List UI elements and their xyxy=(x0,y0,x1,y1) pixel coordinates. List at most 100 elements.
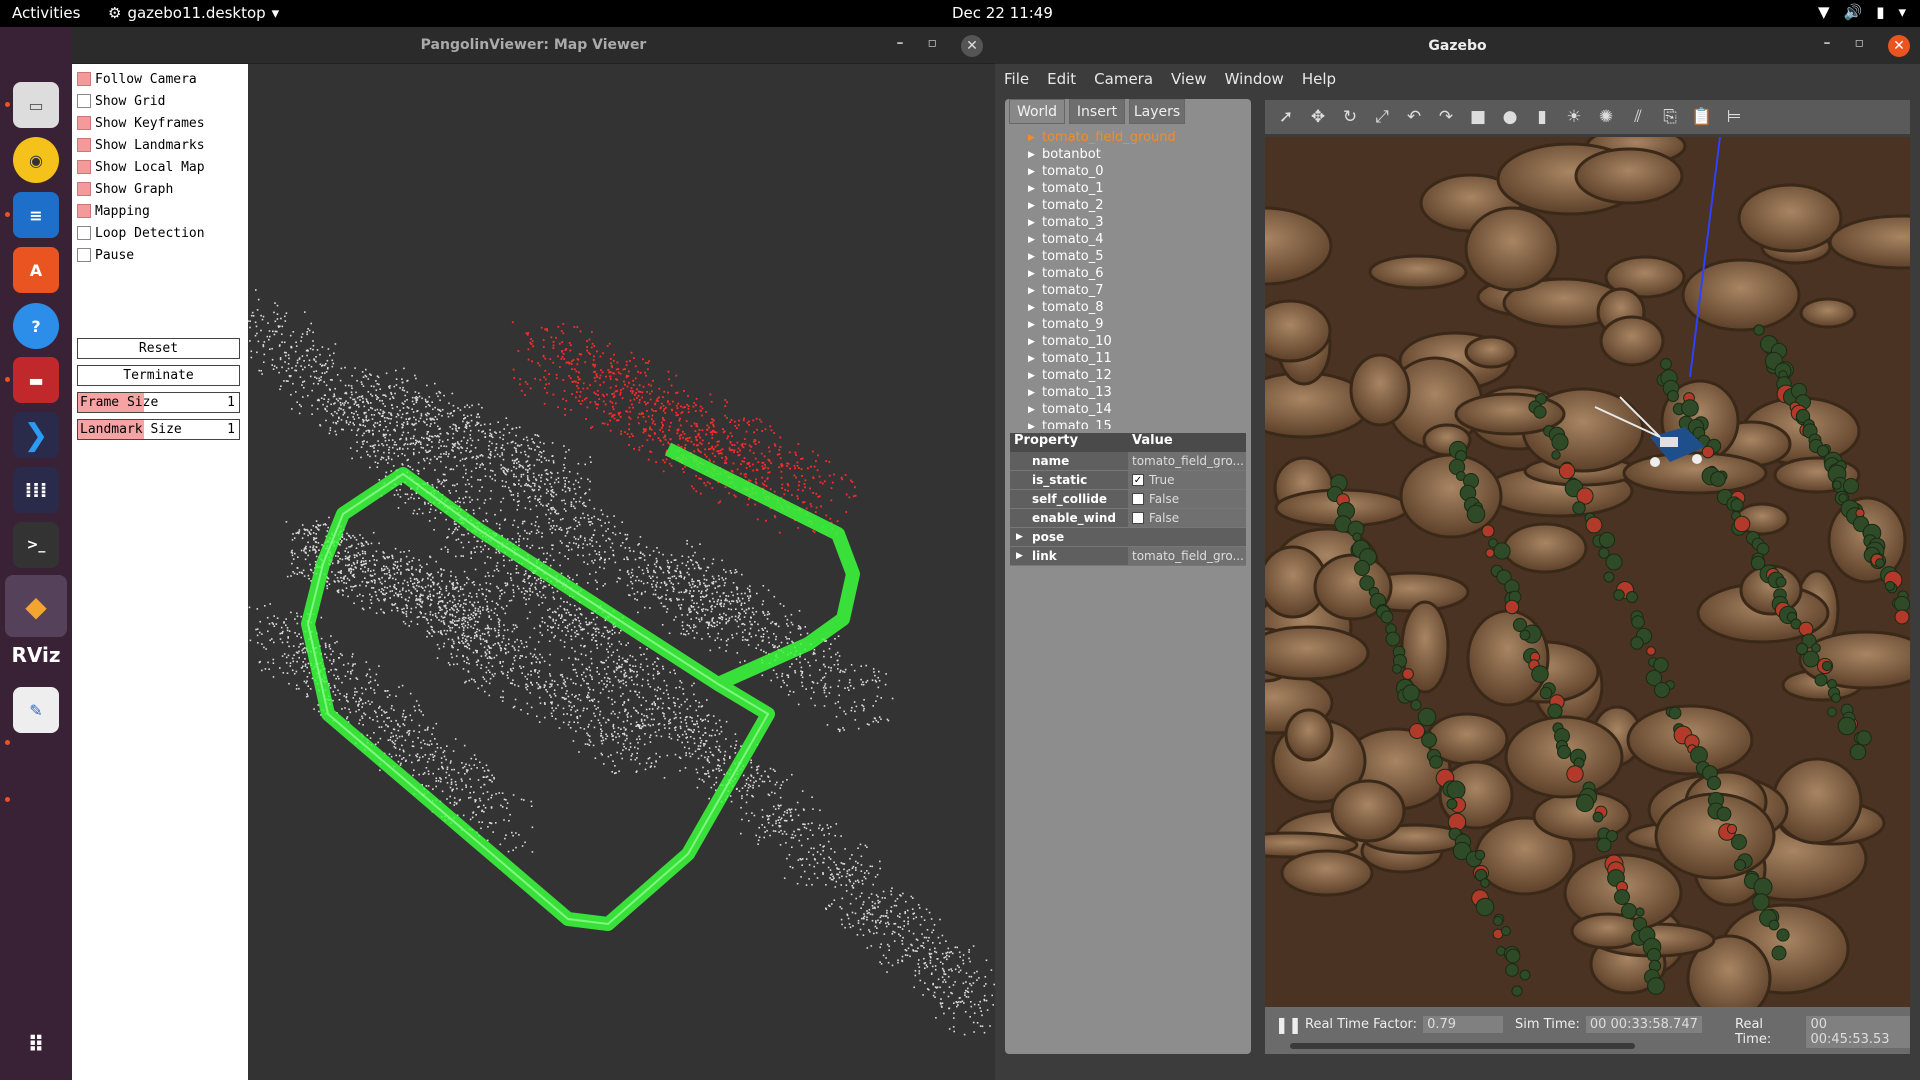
minimize-icon[interactable]: – xyxy=(897,35,904,57)
close-icon[interactable]: ✕ xyxy=(961,35,983,57)
expand-arrow-icon[interactable]: ▶ xyxy=(1028,354,1035,364)
expand-arrow-icon[interactable]: ▶ xyxy=(1028,235,1035,245)
property-checkbox[interactable] xyxy=(1132,512,1144,524)
checkbox-follow-camera[interactable]: Follow Camera xyxy=(77,68,197,90)
directional-light-icon[interactable]: ⫽ xyxy=(1625,104,1651,130)
tree-item[interactable]: ▶ tomato_13 xyxy=(1010,384,1244,401)
system-tray[interactable]: ▼ 🔊 ▮ ▾ xyxy=(1818,3,1906,21)
expand-arrow-icon[interactable]: ▶ xyxy=(1028,184,1035,194)
scale-icon[interactable]: ⤢ xyxy=(1369,104,1395,130)
property-row[interactable]: name tomato_field_gro... xyxy=(1010,452,1246,471)
checkbox-box[interactable] xyxy=(77,138,91,152)
text-editor-icon[interactable]: ✎ xyxy=(13,687,59,733)
expand-arrow-icon[interactable]: ▶ xyxy=(1028,422,1035,430)
world-tree[interactable]: ▶ tomato_field_ground ▶ botanbot ▶ tomato_0 ▶ t… xyxy=(1010,129,1244,429)
expand-arrow-icon[interactable]: ▶ xyxy=(1028,320,1035,330)
checkbox-box[interactable] xyxy=(77,248,91,262)
expand-arrow-icon[interactable]: ▶ xyxy=(1028,405,1035,415)
checkbox-box[interactable] xyxy=(77,226,91,240)
tree-item[interactable]: ▶ tomato_9 xyxy=(1010,316,1244,333)
checkbox-box[interactable] xyxy=(77,72,91,86)
tree-item[interactable]: ▶ tomato_14 xyxy=(1010,401,1244,418)
gazebo-titlebar[interactable]: Gazebo – ▫ ✕ xyxy=(995,27,1920,64)
tree-item[interactable]: ▶ tomato_12 xyxy=(1010,367,1244,384)
menu-window[interactable]: Window xyxy=(1216,64,1293,92)
tree-item[interactable]: ▶ tomato_7 xyxy=(1010,282,1244,299)
checkbox-mapping[interactable]: Mapping xyxy=(77,200,150,222)
property-row[interactable]: enable_wind False xyxy=(1010,509,1246,528)
app-grid-icon[interactable]: ⁞⁞⁞ xyxy=(13,467,59,513)
clock[interactable]: Dec 22 11:49 xyxy=(952,4,1053,22)
menu-edit[interactable]: Edit xyxy=(1038,64,1085,92)
menu-view[interactable]: View xyxy=(1162,64,1216,92)
tab-insert[interactable]: Insert xyxy=(1069,99,1125,124)
maximize-icon[interactable]: ▫ xyxy=(1855,35,1865,57)
files-icon[interactable]: ▭ xyxy=(13,82,59,128)
terminal-icon[interactable]: >_ xyxy=(13,522,59,568)
property-row[interactable]: is_static ✓ True xyxy=(1010,471,1246,490)
tree-item[interactable]: ▶ tomato_6 xyxy=(1010,265,1244,282)
rotate-icon[interactable]: ↻ xyxy=(1337,104,1363,130)
expand-arrow-icon[interactable]: ▶ xyxy=(1028,286,1035,296)
expand-arrow-icon[interactable]: ▶ xyxy=(1028,337,1035,347)
gazebo-dock-icon[interactable]: ◆ xyxy=(5,575,67,637)
writer-icon[interactable]: ≡ xyxy=(13,192,59,238)
checkbox-box[interactable] xyxy=(77,160,91,174)
property-value-cell[interactable]: ✓ True xyxy=(1128,471,1246,489)
reset-button[interactable]: Reset xyxy=(77,338,240,359)
expand-arrow-icon[interactable]: ▶ xyxy=(1028,150,1035,160)
checkbox-box[interactable] xyxy=(77,204,91,218)
redo-icon[interactable]: ↷ xyxy=(1433,104,1459,130)
property-checkbox[interactable] xyxy=(1132,493,1144,505)
tree-item[interactable]: ▶ tomato_3 xyxy=(1010,214,1244,231)
checkbox-loop-detection[interactable]: Loop Detection xyxy=(77,222,205,244)
expand-arrow-icon[interactable]: ▶ xyxy=(1028,371,1035,381)
checkbox-show-grid[interactable]: Show Grid xyxy=(77,90,165,112)
frame-size-slider[interactable]: Frame Size 1 xyxy=(77,392,240,413)
expand-arrow-icon[interactable]: ▶ xyxy=(1028,167,1035,177)
tab-world[interactable]: World xyxy=(1009,99,1065,124)
checkbox-box[interactable] xyxy=(77,182,91,196)
tree-item[interactable]: ▶ botanbot xyxy=(1010,146,1244,163)
terminal-emulator-icon[interactable]: ▬ xyxy=(13,357,59,403)
box-icon[interactable]: ■ xyxy=(1465,104,1491,130)
spot-light-icon[interactable]: ✺ xyxy=(1593,104,1619,130)
checkbox-box[interactable] xyxy=(77,94,91,108)
tree-item[interactable]: ▶ tomato_5 xyxy=(1010,248,1244,265)
terminate-button[interactable]: Terminate xyxy=(77,365,240,386)
maximize-icon[interactable]: ▫ xyxy=(928,35,938,57)
expand-arrow-icon[interactable]: ▶ xyxy=(1028,218,1035,228)
expand-arrow-icon[interactable]: ▶ xyxy=(1028,201,1035,211)
translate-icon[interactable]: ✥ xyxy=(1305,104,1331,130)
tree-item[interactable]: ▶ tomato_field_ground xyxy=(1010,129,1244,146)
property-checkbox[interactable]: ✓ xyxy=(1132,474,1144,486)
checkbox-box[interactable] xyxy=(77,116,91,130)
paste-icon[interactable]: 📋 xyxy=(1689,104,1715,130)
software-icon[interactable]: A xyxy=(13,247,59,293)
property-value-cell[interactable]: False xyxy=(1128,509,1246,527)
close-icon[interactable]: ✕ xyxy=(1888,35,1910,57)
checkbox-show-graph[interactable]: Show Graph xyxy=(77,178,173,200)
checkbox-pause[interactable]: Pause xyxy=(77,244,134,266)
help-icon[interactable]: ? xyxy=(13,303,59,349)
gazebo-3d-scene[interactable] xyxy=(1265,137,1910,1007)
pause-icon[interactable]: ❚❚ xyxy=(1275,1015,1302,1034)
app-menu[interactable]: ⚙ gazebo11.desktop ▾ xyxy=(108,4,279,22)
point-light-icon[interactable]: ☀ xyxy=(1561,104,1587,130)
pose-row[interactable]: ▶ pose xyxy=(1010,528,1246,547)
horizontal-scrollbar[interactable] xyxy=(1290,1043,1635,1049)
rhythmbox-icon[interactable]: ◉ xyxy=(13,137,59,183)
tree-item[interactable]: ▶ tomato_10 xyxy=(1010,333,1244,350)
checkbox-show-landmarks[interactable]: Show Landmarks xyxy=(77,134,205,156)
show-applications-icon[interactable]: ⠿ xyxy=(13,1022,59,1068)
tree-item[interactable]: ▶ tomato_1 xyxy=(1010,180,1244,197)
minimize-icon[interactable]: – xyxy=(1824,35,1831,57)
property-value-cell[interactable]: False xyxy=(1128,490,1246,508)
tree-item[interactable]: ▶ tomato_0 xyxy=(1010,163,1244,180)
expand-arrow-icon[interactable]: ▶ xyxy=(1028,269,1035,279)
tree-item[interactable]: ▶ tomato_4 xyxy=(1010,231,1244,248)
property-value-cell[interactable]: tomato_field_gro... xyxy=(1128,452,1246,470)
landmark-size-slider[interactable]: Landmark Size 1 xyxy=(77,419,240,440)
align-icon[interactable]: ⊨ xyxy=(1721,104,1747,130)
tree-item[interactable]: ▶ tomato_11 xyxy=(1010,350,1244,367)
